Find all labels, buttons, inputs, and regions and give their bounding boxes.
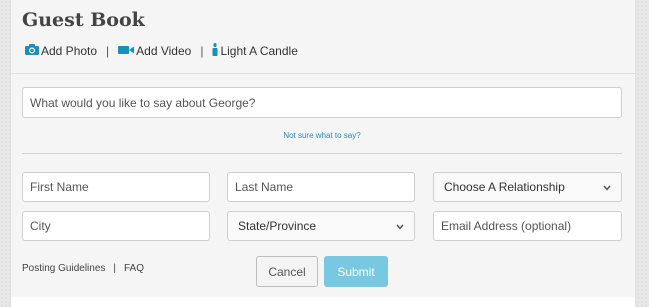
relationship-select-value: Choose A Relationship xyxy=(444,180,565,194)
candle-icon xyxy=(212,43,218,59)
header-divider xyxy=(11,73,635,74)
state-select[interactable]: State/Province xyxy=(227,211,415,241)
faq-link[interactable]: FAQ xyxy=(124,263,144,274)
video-camera-icon xyxy=(118,44,135,58)
message-input[interactable] xyxy=(22,87,622,118)
cancel-button[interactable]: Cancel xyxy=(256,256,318,287)
chevron-down-icon xyxy=(603,180,611,194)
guestbook-card: Guest Book Add Photo | Add Video | Light… xyxy=(10,0,636,307)
email-field[interactable] xyxy=(433,211,622,241)
footer-links: Posting Guidelines | FAQ xyxy=(22,263,144,274)
add-photo-button[interactable]: Add Photo xyxy=(25,44,97,58)
light-candle-label: Light A Candle xyxy=(220,44,298,58)
page-title: Guest Book xyxy=(22,9,145,31)
state-select-value: State/Province xyxy=(238,219,317,233)
add-photo-label: Add Photo xyxy=(41,44,98,58)
media-actions: Add Photo | Add Video | Light A Candle xyxy=(25,43,298,59)
camera-icon xyxy=(25,44,39,58)
city-field[interactable] xyxy=(22,211,210,241)
help-link[interactable]: Not sure what to say? xyxy=(22,131,622,140)
section-divider xyxy=(22,153,622,154)
action-separator: | xyxy=(106,44,110,58)
footer-separator: | xyxy=(113,263,116,274)
first-name-field[interactable] xyxy=(22,172,210,202)
add-video-button[interactable]: Add Video xyxy=(118,44,191,58)
relationship-select[interactable]: Choose A Relationship xyxy=(433,172,622,202)
posting-guidelines-link[interactable]: Posting Guidelines xyxy=(22,263,105,274)
guestbook-header: Guest Book Add Photo | Add Video | Light… xyxy=(11,0,635,73)
card-bottom xyxy=(11,297,635,307)
last-name-field[interactable] xyxy=(227,172,415,202)
submit-button[interactable]: Submit xyxy=(324,256,388,287)
add-video-label: Add Video xyxy=(136,44,192,58)
action-separator: | xyxy=(200,44,204,58)
chevron-down-icon xyxy=(396,219,404,233)
light-candle-button[interactable]: Light A Candle xyxy=(212,43,298,59)
